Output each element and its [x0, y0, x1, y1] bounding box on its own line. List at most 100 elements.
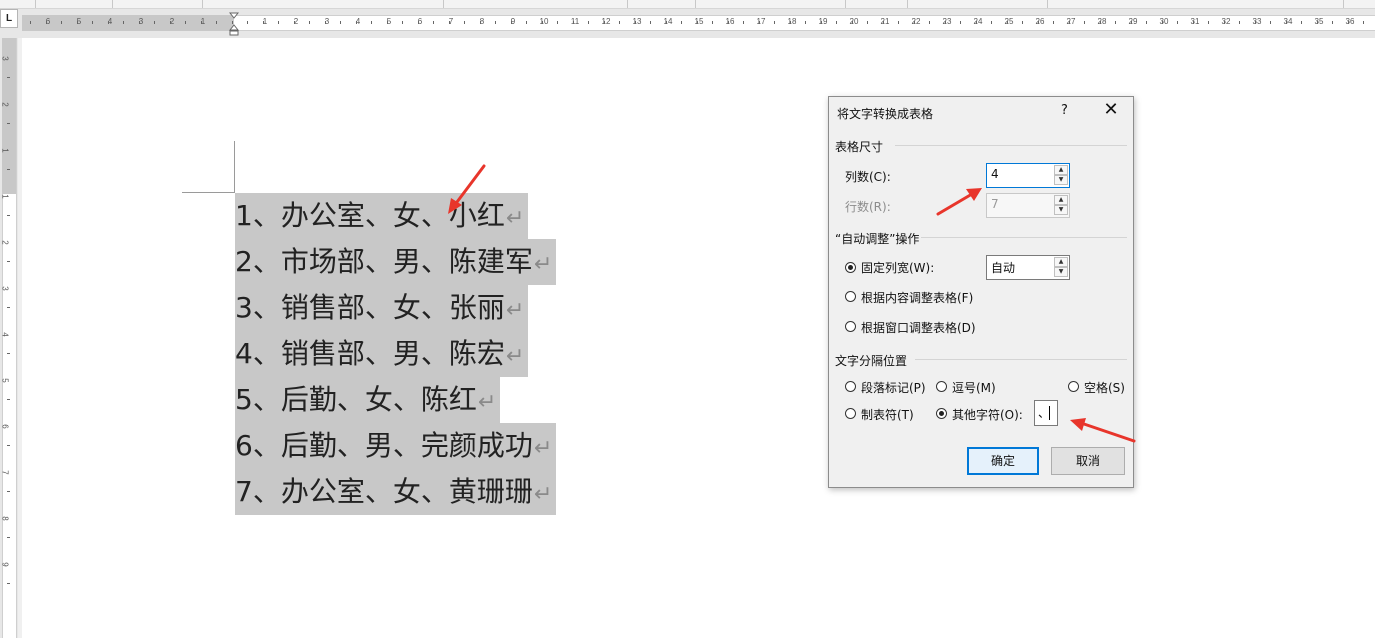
horizontal-ruler[interactable]: 6 5 4 3 2 1 1 2 3 4 5 6 7 8 9 10 11 12 13 14 15 16 17 18 19 20 21 2…: [0, 9, 1375, 38]
vertical-ruler[interactable]: 3 2 1 1 2 3 4 5 6 7 8 9: [0, 38, 18, 638]
ruler-tick: [805, 21, 806, 24]
tab-selector-button[interactable]: L: [0, 9, 18, 28]
vruler-tick: [7, 537, 10, 538]
ruler-tick: [604, 21, 605, 24]
tab-char-label[interactable]: 制表符(T): [861, 406, 914, 423]
ribbon-separator: [907, 0, 908, 8]
columns-stepper[interactable]: 4 ▲ ▼: [986, 163, 1070, 188]
document-line[interactable]: 4、销售部、男、陈宏↵: [235, 331, 529, 377]
ruler-tick: [92, 21, 93, 24]
document-line[interactable]: 3、销售部、女、张丽↵: [235, 285, 529, 331]
line-text: 5、后勤、女、陈红: [235, 383, 477, 416]
help-button[interactable]: ?: [1061, 103, 1068, 118]
ruler-tick: [1069, 21, 1070, 24]
spin-down-icon[interactable]: ▼: [1054, 267, 1068, 277]
ruler-label: 34: [1283, 17, 1293, 26]
ruler-tick: [185, 21, 186, 24]
comma-radio[interactable]: [936, 381, 947, 392]
ribbon-separator: [845, 0, 846, 8]
ruler-label: 20: [849, 17, 859, 26]
ruler-label: 29: [1128, 17, 1138, 26]
ruler-label: 30: [1159, 17, 1169, 26]
ruler-tick: [1270, 21, 1271, 24]
ruler-tick: [247, 21, 248, 24]
ruler-label: 23: [942, 17, 952, 26]
ruler-tick: [216, 21, 217, 24]
ruler-tick: [774, 21, 775, 24]
document-line[interactable]: 5、后勤、女、陈红↵: [235, 377, 501, 423]
cancel-button[interactable]: 取消: [1051, 447, 1125, 475]
spin-up-icon: ▲: [1054, 195, 1068, 205]
vruler-tick: [7, 215, 10, 216]
line-text: 4、销售部、男、陈宏: [235, 337, 505, 370]
vruler-label: 8: [0, 516, 10, 521]
paragraph-mark-label[interactable]: 段落标记(P): [861, 379, 926, 396]
text-boundary-corner: [234, 141, 235, 193]
ruler-tick: [30, 21, 31, 24]
ruler-tick: [821, 21, 822, 24]
ruler-tick: [588, 21, 589, 24]
paragraph-mark-icon: ↵: [533, 252, 553, 277]
ruler-label: 12: [601, 17, 611, 26]
ruler-tick: [1332, 21, 1333, 24]
tab-char-radio[interactable]: [845, 408, 856, 419]
document-line[interactable]: 6、后勤、男、完颜成功↵: [235, 423, 557, 469]
spin-up-icon[interactable]: ▲: [1054, 257, 1068, 267]
spin-down-icon[interactable]: ▼: [1054, 175, 1068, 185]
ruler-tick: [619, 21, 620, 24]
ruler-label: 31: [1190, 17, 1200, 26]
ruler-tick: [123, 21, 124, 24]
other-char-label[interactable]: 其他字符(O):: [952, 406, 1023, 423]
paragraph-mark-icon: ↵: [533, 436, 553, 461]
comma-label[interactable]: 逗号(M): [952, 379, 996, 396]
section-divider: [915, 359, 1127, 360]
paragraph-mark-radio[interactable]: [845, 381, 856, 392]
space-radio[interactable]: [1068, 381, 1079, 392]
autofit-section: “自动调整”操作: [835, 232, 920, 246]
ruler-tick: [650, 21, 651, 24]
ruler-tick: [852, 21, 853, 24]
ruler-tick: [77, 21, 78, 24]
fit-content-radio[interactable]: [845, 291, 856, 302]
ribbon-separator: [695, 0, 696, 8]
ruler-tick: [1286, 21, 1287, 24]
document-line[interactable]: 2、市场部、男、陈建军↵: [235, 239, 557, 285]
ok-button[interactable]: 确定: [967, 447, 1039, 475]
fixed-width-label[interactable]: 固定列宽(W):: [861, 259, 934, 276]
page-edge: [18, 38, 22, 638]
paragraph-mark-icon: ↵: [505, 344, 525, 369]
fit-content-label[interactable]: 根据内容调整表格(F): [861, 289, 973, 306]
ruler-tick: [1301, 21, 1302, 24]
vruler-label: 5: [0, 378, 10, 383]
ruler-tick: [340, 21, 341, 24]
other-char-radio[interactable]: [936, 408, 947, 419]
document-line[interactable]: 7、办公室、女、黄珊珊↵: [235, 469, 557, 515]
vruler-tick: [7, 261, 10, 262]
text-boundary-corner: [182, 192, 234, 193]
fit-window-radio[interactable]: [845, 321, 856, 332]
spin-up-icon[interactable]: ▲: [1054, 165, 1068, 175]
ribbon-separator: [443, 0, 444, 8]
space-label[interactable]: 空格(S): [1084, 379, 1125, 396]
indent-marker-icon[interactable]: [229, 12, 239, 36]
ruler-tick: [681, 21, 682, 24]
close-icon[interactable]: ✕: [1101, 99, 1121, 120]
ruler-label: 24: [973, 17, 983, 26]
vruler-label: 3: [0, 286, 10, 291]
ruler-tick: [976, 21, 977, 24]
paragraph-mark-icon: ↵: [505, 206, 525, 231]
annotation-arrow-icon: [448, 164, 486, 214]
annotation-arrow-icon: [1070, 418, 1136, 443]
ruler-tick: [1022, 21, 1023, 24]
ruler-tick: [526, 21, 527, 24]
other-char-input[interactable]: 、: [1034, 400, 1058, 426]
ruler-label: 25: [1004, 17, 1014, 26]
ribbon-separator: [112, 0, 113, 8]
ruler-tick: [449, 21, 450, 24]
fit-window-label[interactable]: 根据窗口调整表格(D): [861, 319, 976, 336]
ruler-tick: [573, 21, 574, 24]
ruler-tick: [325, 21, 326, 24]
vruler-label: 1: [0, 148, 10, 153]
fixed-width-radio[interactable]: [845, 262, 856, 273]
fixed-width-stepper[interactable]: 自动 ▲ ▼: [986, 255, 1070, 280]
